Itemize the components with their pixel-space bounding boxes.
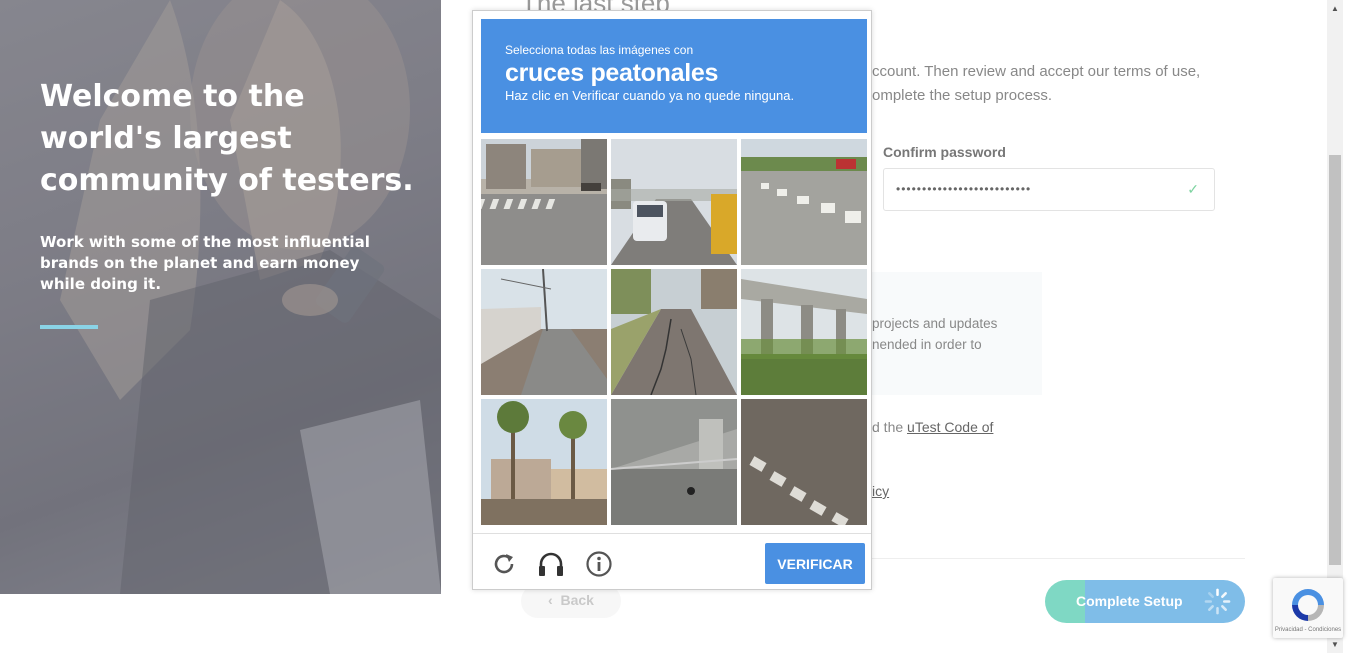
check-icon: ✓ <box>1187 181 1200 197</box>
headphones-icon[interactable] <box>537 550 565 578</box>
confirm-password-value: •••••••••••••••••••••••••• <box>896 182 1032 196</box>
street-crosswalk-image <box>481 139 607 265</box>
loading-spinner-icon <box>1204 588 1231 615</box>
captcha-target: cruces peatonales <box>505 59 719 87</box>
hero-accent-line <box>40 325 98 329</box>
page-scrollbar[interactable]: ▲ ▼ <box>1327 0 1343 653</box>
road-van-image <box>611 139 737 265</box>
scroll-up-arrow-icon[interactable]: ▲ <box>1327 0 1343 17</box>
complete-setup-label: Complete Setup <box>1076 593 1183 609</box>
confirm-password-field[interactable]: •••••••••••••••••••••••••• ✓ <box>883 168 1215 211</box>
cracked-road-image <box>611 269 737 395</box>
confirm-password-label: Confirm password <box>883 144 1006 160</box>
complete-setup-button[interactable]: Complete Setup <box>1045 580 1245 623</box>
road-fence-image <box>481 269 607 395</box>
recaptcha-badge-text[interactable]: Privacidad - Condiciones <box>1273 627 1343 633</box>
hero-subtitle: Work with some of the most influential b… <box>40 233 370 293</box>
captcha-tile-6[interactable] <box>741 269 867 395</box>
captcha-tile-1[interactable] <box>481 139 607 265</box>
chevron-left-icon: ‹ <box>548 592 553 608</box>
captcha-header: Selecciona todas las imágenes con cruces… <box>481 19 867 133</box>
captcha-tile-2[interactable] <box>611 139 737 265</box>
recaptcha-badge[interactable]: Privacidad - Condiciones <box>1273 578 1343 638</box>
captcha-tile-3[interactable] <box>741 139 867 265</box>
back-button-label: Back <box>560 592 594 608</box>
verify-button[interactable]: VERIFICAR <box>765 543 865 584</box>
terms-text: d the uTest Code of <box>872 419 993 435</box>
form-intro-text: ccount. Then review and accept our terms… <box>872 63 1201 104</box>
crosswalk-closeup-image <box>741 399 867 525</box>
under-overpass-image <box>611 399 737 525</box>
privacy-policy-link[interactable]: icy <box>872 483 889 499</box>
captcha-tile-7[interactable] <box>481 399 607 525</box>
signup-page: Welcome to the world's largest community… <box>0 0 1360 653</box>
captcha-footer: VERIFICAR <box>473 533 871 590</box>
intersection-crosswalk-image <box>741 139 867 265</box>
captcha-instruction-top: Selecciona todas las imágenes con <box>505 43 694 57</box>
captcha-tile-4[interactable] <box>481 269 607 395</box>
recaptcha-logo-icon <box>1292 589 1324 621</box>
notification-options-text: projects and updates nended in order to <box>872 316 998 352</box>
captcha-instruction-bottom: Haz clic en Verificar cuando ya no quede… <box>505 88 795 103</box>
palm-trees-image <box>481 399 607 525</box>
hero-title: Welcome to the world's largest community… <box>40 79 414 198</box>
reload-icon[interactable] <box>490 550 518 578</box>
captcha-challenge: Selecciona todas las imágenes con cruces… <box>472 10 872 590</box>
hero-panel: Welcome to the world's largest community… <box>0 0 441 594</box>
scroll-thumb[interactable] <box>1329 155 1341 565</box>
terms-prefix: d the <box>872 419 908 435</box>
info-icon[interactable] <box>585 550 613 578</box>
captcha-tile-5[interactable] <box>611 269 737 395</box>
captcha-tile-9[interactable] <box>741 399 867 525</box>
scroll-down-arrow-icon[interactable]: ▼ <box>1327 636 1343 653</box>
code-of-conduct-link[interactable]: uTest Code of <box>907 419 993 435</box>
captcha-image-grid <box>481 139 867 525</box>
captcha-tile-8[interactable] <box>611 399 737 525</box>
highway-overpass-image <box>741 269 867 395</box>
